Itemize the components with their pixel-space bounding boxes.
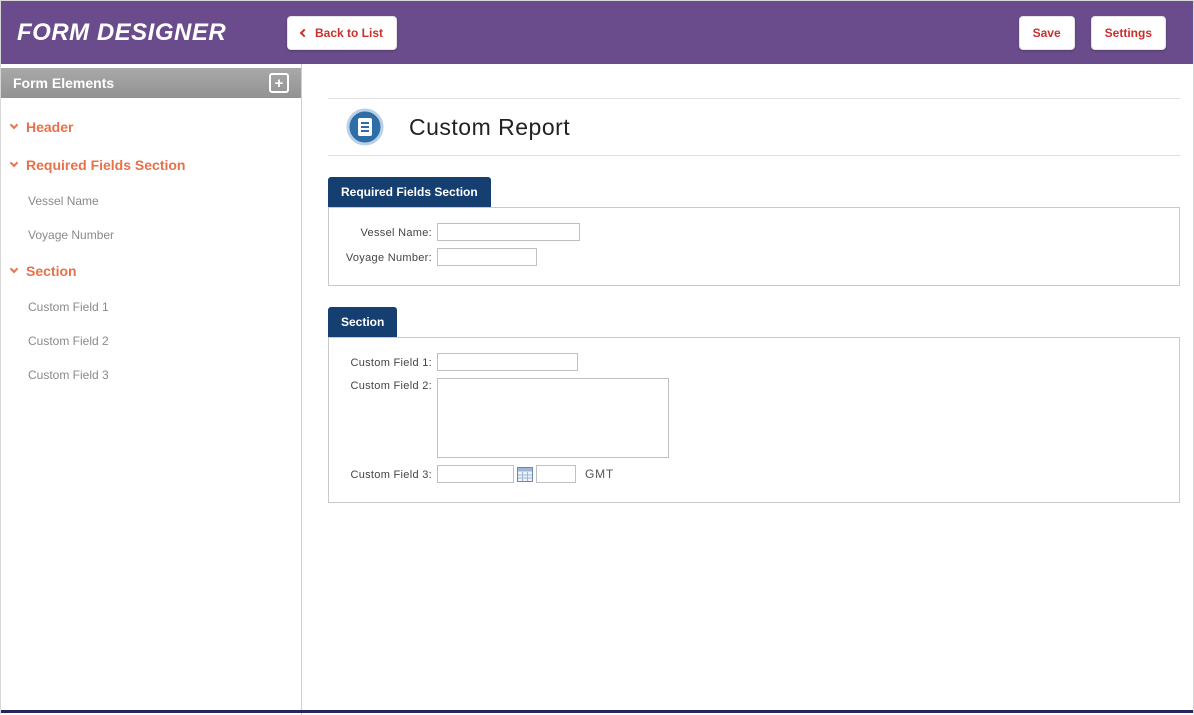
section-required-fields: Required Fields Section Vessel Name: Voy… [328, 177, 1180, 286]
tree-group-label: Required Fields Section [26, 157, 185, 173]
element-tree: Header Required Fields Section Vessel Na… [1, 98, 301, 392]
document-icon [346, 108, 384, 146]
settings-button[interactable]: Settings [1091, 16, 1166, 50]
form-elements-sidebar: Form Elements + Header Required Fields S… [1, 64, 302, 715]
tree-item-custom-field-3[interactable]: Custom Field 3 [1, 358, 301, 392]
section-tab-custom[interactable]: Section [328, 307, 397, 337]
app-title: FORM DESIGNER [1, 19, 287, 47]
calendar-icon[interactable] [517, 467, 533, 482]
voyage-number-label: Voyage Number: [341, 250, 437, 264]
save-button[interactable]: Save [1019, 16, 1075, 50]
custom-field-1-label: Custom Field 1: [341, 355, 437, 369]
custom-field-2-label: Custom Field 2: [341, 378, 437, 392]
section-panel-custom: Custom Field 1: Custom Field 2: Custom F… [328, 337, 1180, 503]
field-row-voyage-number: Voyage Number: [341, 248, 1167, 266]
field-row-custom-field-1: Custom Field 1: [341, 353, 1167, 371]
page-body: Form Elements + Header Required Fields S… [1, 64, 1193, 715]
custom-field-1-input[interactable] [437, 353, 578, 371]
chevron-down-icon [10, 265, 18, 273]
add-element-button[interactable]: + [269, 73, 289, 93]
tree-group-header[interactable]: Header [1, 108, 301, 146]
back-to-list-button[interactable]: Back to List [287, 16, 397, 50]
form-preview: Custom Report Required Fields Section Ve… [302, 64, 1193, 715]
topbar-actions: Save Settings [1019, 16, 1166, 50]
custom-field-3-date-input[interactable] [437, 465, 514, 483]
top-bar: FORM DESIGNER Back to List Save Settings [1, 1, 1193, 64]
tree-group-required-fields[interactable]: Required Fields Section [1, 146, 301, 184]
sidebar-header: Form Elements + [1, 68, 301, 98]
chevron-down-icon [10, 159, 18, 167]
field-row-custom-field-3: Custom Field 3: GMT [341, 465, 1167, 483]
timezone-label: GMT [585, 467, 614, 481]
field-row-vessel-name: Vessel Name: [341, 223, 1167, 241]
custom-field-2-textarea[interactable] [437, 378, 669, 458]
custom-field-3-time-input[interactable] [536, 465, 576, 483]
tree-group-label: Header [26, 119, 73, 135]
tree-item-custom-field-2[interactable]: Custom Field 2 [1, 324, 301, 358]
bottom-border [1, 710, 1193, 713]
back-to-list-label: Back to List [315, 26, 383, 40]
vessel-name-label: Vessel Name: [341, 225, 437, 239]
section-tab-required-fields[interactable]: Required Fields Section [328, 177, 491, 207]
tree-item-vessel-name[interactable]: Vessel Name [1, 184, 301, 218]
custom-field-3-label: Custom Field 3: [341, 467, 437, 481]
voyage-number-input[interactable] [437, 248, 537, 266]
report-title: Custom Report [409, 114, 570, 141]
section-panel-required-fields: Vessel Name: Voyage Number: [328, 207, 1180, 286]
field-row-custom-field-2: Custom Field 2: [341, 378, 1167, 458]
chevron-left-icon [300, 28, 308, 36]
vessel-name-input[interactable] [437, 223, 580, 241]
chevron-down-icon [10, 121, 18, 129]
sidebar-header-label: Form Elements [13, 75, 114, 91]
report-header: Custom Report [328, 98, 1180, 156]
tree-item-voyage-number[interactable]: Voyage Number [1, 218, 301, 252]
tree-group-section[interactable]: Section [1, 252, 301, 290]
tree-group-label: Section [26, 263, 77, 279]
section-custom: Section Custom Field 1: Custom Field 2: … [328, 307, 1180, 503]
tree-item-custom-field-1[interactable]: Custom Field 1 [1, 290, 301, 324]
